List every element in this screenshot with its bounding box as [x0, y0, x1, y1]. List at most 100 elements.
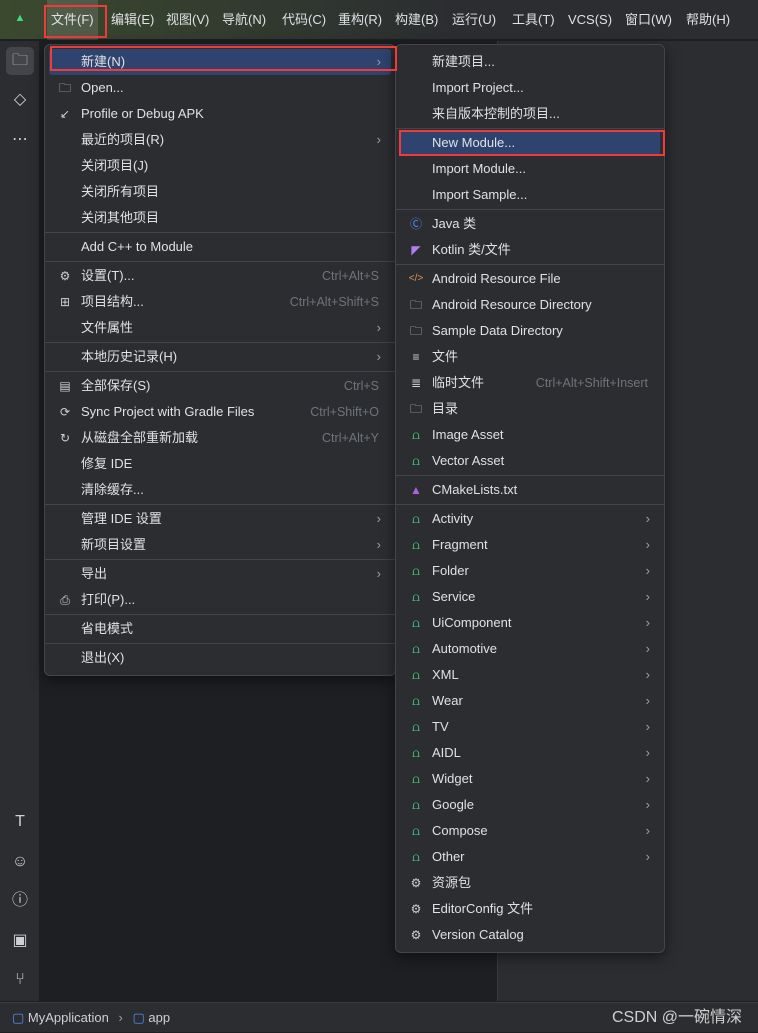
separator: [45, 614, 395, 615]
chevron-right-icon: ›: [376, 54, 381, 69]
menu-item[interactable]: 文件属性 ›: [49, 315, 391, 341]
menu-item[interactable]: 清除缓存...: [49, 477, 391, 503]
menu-item[interactable]: ⩍ Fragment ›: [400, 532, 660, 558]
breadcrumb-module[interactable]: app: [148, 1010, 170, 1025]
menu-item[interactable]: 关闭其他项目: [49, 205, 391, 231]
gear-icon: ⚙: [410, 902, 422, 916]
chevron-right-icon: ›: [118, 1010, 123, 1025]
menu-item[interactable]: ⚙ 资源包: [400, 870, 660, 896]
menu-item-label: Android Resource Directory: [432, 297, 592, 312]
menu-item[interactable]: 本地历史记录(H) ›: [49, 344, 391, 370]
chevron-right-icon: ›: [376, 511, 381, 526]
menu-item-label: Import Project...: [432, 80, 524, 95]
menu-item[interactable]: 退出(X): [49, 645, 391, 671]
menu-item-label: 资源包: [432, 875, 472, 890]
menu-item[interactable]: ≣ 临时文件 Ctrl+Alt+Shift+Insert: [400, 370, 660, 396]
menu-item[interactable]: ↻ 从磁盘全部重新加载 Ctrl+Alt+Y: [49, 425, 391, 451]
menu-item[interactable]: 修复 IDE: [49, 451, 391, 477]
menu-7[interactable]: 运行(U): [448, 0, 500, 40]
terminal-icon[interactable]: ▣: [6, 927, 34, 955]
chevron-right-icon: ›: [376, 349, 381, 364]
menu-item[interactable]: ⚙ 设置(T)... Ctrl+Alt+S: [49, 263, 391, 289]
menu-item[interactable]: 新建项目...: [400, 49, 660, 75]
menu-item[interactable]: 最近的项目(R) ›: [49, 127, 391, 153]
menu-4[interactable]: 代码(C): [278, 0, 330, 40]
menu-item[interactable]: 关闭所有项目: [49, 179, 391, 205]
menu-item[interactable]: ▲ CMakeLists.txt: [400, 477, 660, 503]
separator: [45, 371, 395, 372]
menu-item[interactable]: ≡ 文件: [400, 344, 660, 370]
menu-item[interactable]: Import Sample...: [400, 182, 660, 208]
menu-3[interactable]: 导航(N): [218, 0, 270, 40]
menu-item[interactable]: ◤ Kotlin 类/文件: [400, 237, 660, 263]
project-folder-icon[interactable]: 🗀: [6, 47, 34, 75]
menu-item-label: 关闭其他项目: [81, 210, 160, 225]
menu-item[interactable]: 新建(N) ›: [49, 49, 391, 75]
menu-5[interactable]: 重构(R): [334, 0, 386, 40]
menu-item[interactable]: Ⓒ Java 类: [400, 211, 660, 237]
git-icon[interactable]: ⑂: [6, 966, 34, 994]
menu-item-label: New Module...: [432, 135, 516, 150]
menu-item[interactable]: ▤ 全部保存(S) Ctrl+S: [49, 373, 391, 399]
menu-item[interactable]: Import Project...: [400, 75, 660, 101]
menu-item[interactable]: Add C++ to Module: [49, 234, 391, 260]
new-submenu: 新建项目... Import Project... 来自版本控制的项目... New …: [395, 44, 665, 953]
print-icon: ⎙: [60, 593, 70, 607]
more-icon[interactable]: ⋯: [6, 126, 34, 154]
menu-1[interactable]: 编辑(E): [107, 0, 158, 40]
menu-item[interactable]: ⩍ Service ›: [400, 584, 660, 610]
menu-item[interactable]: 管理 IDE 设置 ›: [49, 506, 391, 532]
chevron-right-icon: ›: [645, 693, 650, 708]
menu-10[interactable]: 窗口(W): [621, 0, 676, 40]
menu-item[interactable]: 🗀 Open...: [49, 75, 391, 101]
menu-item[interactable]: Import Module...: [400, 156, 660, 182]
menu-item[interactable]: 来自版本控制的项目...: [400, 101, 660, 127]
menu-item[interactable]: 🗀 Sample Data Directory: [400, 318, 660, 344]
menu-item[interactable]: 🗀 目录: [400, 396, 660, 422]
problems-icon[interactable]: ⓘ: [6, 887, 34, 915]
separator: [45, 232, 395, 233]
menu-item[interactable]: 导出 ›: [49, 561, 391, 587]
menu-item[interactable]: ⩍ Image Asset: [400, 422, 660, 448]
menu-item[interactable]: 🗀 Android Resource Directory: [400, 292, 660, 318]
menu-item[interactable]: ⩍ UiComponent ›: [400, 610, 660, 636]
menu-item-label: 项目结构...: [81, 294, 144, 309]
menu-8[interactable]: 工具(T): [508, 0, 559, 40]
menu-11[interactable]: 帮助(H): [682, 0, 734, 40]
menu-9[interactable]: VCS(S): [564, 0, 616, 40]
menu-item[interactable]: ⚙ EditorConfig 文件: [400, 896, 660, 922]
menu-item[interactable]: ⩍ Widget ›: [400, 766, 660, 792]
menu-item[interactable]: 省电模式: [49, 616, 391, 642]
logcat-icon[interactable]: ☺: [6, 848, 34, 876]
breadcrumb-project[interactable]: MyApplication: [28, 1010, 109, 1025]
menu-item[interactable]: ⩍ AIDL ›: [400, 740, 660, 766]
separator: [396, 504, 664, 505]
menu-item[interactable]: ⟳ Sync Project with Gradle Files Ctrl+Shif…: [49, 399, 391, 425]
menu-item[interactable]: 新项目设置 ›: [49, 532, 391, 558]
menu-item[interactable]: 关闭项目(J): [49, 153, 391, 179]
menu-item[interactable]: ⚙ Version Catalog: [400, 922, 660, 948]
menu-item[interactable]: ⩍ Vector Asset: [400, 448, 660, 474]
menu-item[interactable]: ⩍ Other ›: [400, 844, 660, 870]
menu-item[interactable]: ⎙ 打印(P)...: [49, 587, 391, 613]
menu-item[interactable]: ⩍ Compose ›: [400, 818, 660, 844]
menu-item[interactable]: ⩍ XML ›: [400, 662, 660, 688]
menu-item[interactable]: ⊞ 项目结构... Ctrl+Alt+Shift+S: [49, 289, 391, 315]
menu-item[interactable]: ⩍ TV ›: [400, 714, 660, 740]
status-bar: ▢ MyApplication › ▢ app CSDN @一碗情深: [0, 1002, 758, 1032]
menu-0[interactable]: 文件(F): [47, 0, 98, 40]
menu-item[interactable]: ⩍ Google ›: [400, 792, 660, 818]
build-hammer-icon[interactable]: T: [6, 808, 34, 836]
menu-item[interactable]: ⩍ Activity ›: [400, 506, 660, 532]
menu-item[interactable]: ↙ Profile or Debug APK: [49, 101, 391, 127]
menu-item[interactable]: New Module...: [400, 130, 660, 156]
menu-item[interactable]: </> Android Resource File: [400, 266, 660, 292]
menu-6[interactable]: 构建(B): [391, 0, 442, 40]
menu-item-label: 导出: [81, 566, 108, 581]
menu-item[interactable]: ⩍ Wear ›: [400, 688, 660, 714]
menu-item[interactable]: ⩍ Folder ›: [400, 558, 660, 584]
resource-manager-icon[interactable]: ◇: [6, 86, 34, 114]
menu-2[interactable]: 视图(V): [162, 0, 213, 40]
chevron-right-icon: ›: [645, 511, 650, 526]
menu-item[interactable]: ⩍ Automotive ›: [400, 636, 660, 662]
